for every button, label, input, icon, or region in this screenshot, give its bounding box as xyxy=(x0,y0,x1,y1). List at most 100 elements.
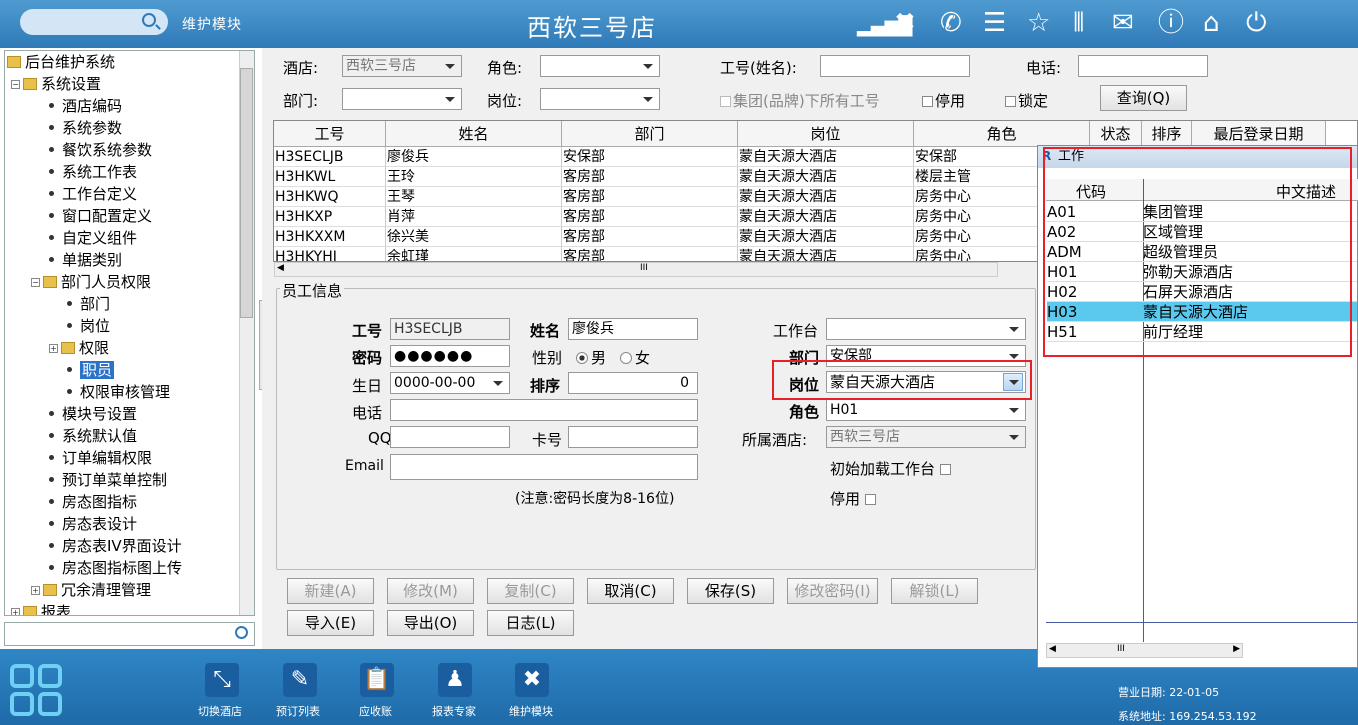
birthday-picker[interactable]: 0000-00-00 xyxy=(390,372,510,394)
tree-item-selected[interactable]: 职员 xyxy=(67,359,115,381)
report-expert-label[interactable]: 报表专家 xyxy=(432,703,476,719)
new-button[interactable]: 新建(A) xyxy=(287,578,374,604)
booking-list-label[interactable]: 预订列表 xyxy=(276,703,320,719)
switch-hotel-label[interactable]: 切换酒店 xyxy=(198,703,242,719)
gender-female-radio[interactable]: 女 xyxy=(620,347,650,368)
staff-no-field[interactable]: H3SECLJB xyxy=(390,318,510,340)
disabled-filter-checkbox[interactable]: 停用 xyxy=(922,90,965,111)
mail-icon[interactable]: ✉ xyxy=(1112,8,1134,38)
star-icon[interactable]: ☆ xyxy=(1027,8,1050,38)
unlock-button[interactable]: 解锁(L) xyxy=(891,578,978,604)
sort-field[interactable]: 0 xyxy=(568,372,698,394)
column-header[interactable]: 工号 xyxy=(274,121,386,147)
nav-tree[interactable]: 后台维护系统 − 系统设置 酒店编码 系统参数 餐饮系统参数 系统工作表 工作台定… xyxy=(4,50,255,616)
tree-item[interactable]: 预订单菜单控制 xyxy=(49,469,167,491)
cancel-button[interactable]: 取消(C) xyxy=(587,578,674,604)
column-header[interactable]: 排序 xyxy=(1142,121,1192,147)
tree-item[interactable]: 后台维护系统 xyxy=(7,51,115,73)
copy-button[interactable]: 复制(C) xyxy=(487,578,574,604)
tree-item[interactable]: 酒店编码 xyxy=(49,95,122,117)
tree-item[interactable]: 房态图指标 xyxy=(49,491,137,513)
tree-item[interactable]: 房态表设计 xyxy=(49,513,137,535)
init-workbench-checkbox[interactable]: 初始加载工作台 xyxy=(830,458,953,479)
edit-button[interactable]: 修改(M) xyxy=(387,578,474,604)
maintenance-icon[interactable]: ✖ xyxy=(515,663,549,697)
phone-field[interactable] xyxy=(390,399,698,421)
email-field[interactable] xyxy=(390,454,698,480)
expand-icon[interactable]: + xyxy=(49,344,58,353)
staff-filter-input[interactable] xyxy=(820,55,970,77)
phone-filter-input[interactable] xyxy=(1078,55,1208,77)
scroll-left-icon[interactable]: ◀ xyxy=(277,263,284,273)
tree-item[interactable]: 模块号设置 xyxy=(49,403,137,425)
column-header[interactable]: 部门 xyxy=(562,121,738,147)
group-all-checkbox[interactable]: 集团(品牌)下所有工号 xyxy=(720,90,880,111)
tree-item[interactable]: 房态图指标图上传 xyxy=(49,557,182,579)
tree-item[interactable]: 权限审核管理 xyxy=(67,381,170,403)
maintenance-label[interactable]: 维护模块 xyxy=(509,703,553,719)
change-password-button[interactable]: 修改密码(I) xyxy=(787,578,878,604)
report-expert-icon[interactable]: ♟ xyxy=(438,663,472,697)
power-icon[interactable]: ⏻ xyxy=(1246,8,1267,38)
columns-icon[interactable]: ⦀ xyxy=(1073,8,1084,38)
app-logo-icon[interactable] xyxy=(10,664,64,716)
tree-search-input[interactable] xyxy=(4,622,255,646)
expand-icon[interactable]: + xyxy=(31,586,40,595)
role-select[interactable]: H01 xyxy=(826,399,1026,421)
tools-icon[interactable]: ✖ xyxy=(894,8,916,38)
tree-item[interactable]: 部门 xyxy=(67,293,110,315)
locked-filter-checkbox[interactable]: 锁定 xyxy=(1005,90,1048,111)
home-icon[interactable]: ⌂ xyxy=(1203,8,1220,38)
menu-icon[interactable]: ☰ xyxy=(983,8,1006,38)
tree-item[interactable]: 窗口配置定义 xyxy=(49,205,152,227)
column-header[interactable]: 岗位 xyxy=(738,121,914,147)
gender-male-radio[interactable]: 男 xyxy=(576,347,606,368)
hotel-select[interactable]: 西软三号店 xyxy=(826,426,1026,448)
tree-item[interactable]: + 权限 xyxy=(49,337,109,359)
switch-hotel-icon[interactable]: ⤡ xyxy=(205,663,239,697)
scroll-right-icon[interactable]: ▶ xyxy=(1233,644,1240,654)
help-icon[interactable]: ⓘ xyxy=(1158,8,1184,38)
collapse-icon[interactable]: − xyxy=(31,278,40,287)
dept-filter-select[interactable] xyxy=(342,88,462,110)
password-field[interactable]: ●●●●●● xyxy=(390,345,510,367)
expand-icon[interactable]: + xyxy=(11,608,20,615)
tree-item[interactable]: 餐饮系统参数 xyxy=(49,139,152,161)
scroll-grip[interactable]: III xyxy=(640,263,648,273)
tree-item[interactable]: − 部门人员权限 xyxy=(31,271,151,293)
import-button[interactable]: 导入(E) xyxy=(287,610,374,636)
column-header[interactable]: 姓名 xyxy=(386,121,562,147)
name-field[interactable]: 廖俊兵 xyxy=(568,318,698,340)
workbench-select[interactable] xyxy=(826,318,1026,340)
search-icon[interactable] xyxy=(142,13,156,27)
post-filter-select[interactable] xyxy=(540,88,660,110)
export-button[interactable]: 导出(O) xyxy=(387,610,474,636)
column-header[interactable]: 角色 xyxy=(914,121,1090,147)
log-button[interactable]: 日志(L) xyxy=(487,610,574,636)
tree-item[interactable]: 自定义组件 xyxy=(49,227,137,249)
tree-item[interactable]: 系统默认值 xyxy=(49,425,137,447)
disable-checkbox[interactable]: 停用 xyxy=(830,488,878,509)
tree-item[interactable]: 工作台定义 xyxy=(49,183,137,205)
tree-item[interactable]: 房态表IV界面设计 xyxy=(49,535,182,557)
phone-icon[interactable]: ✆ xyxy=(940,8,962,38)
tree-scroll-thumb[interactable] xyxy=(240,68,253,318)
column-header[interactable]: 最后登录日期 xyxy=(1192,121,1326,147)
tree-item[interactable]: 岗位 xyxy=(67,315,110,337)
tree-item[interactable]: 系统参数 xyxy=(49,117,122,139)
column-header[interactable]: 状态 xyxy=(1090,121,1142,147)
tree-item[interactable]: 单据类别 xyxy=(49,249,122,271)
scroll-left-icon[interactable]: ◀ xyxy=(1049,644,1056,654)
card-field[interactable] xyxy=(568,426,698,448)
hotel-filter-select[interactable]: 西软三号店 xyxy=(342,55,462,77)
role-filter-select[interactable] xyxy=(540,55,660,77)
tree-item[interactable]: 订单编辑权限 xyxy=(49,447,152,469)
tree-item[interactable]: + 报表 xyxy=(11,601,71,615)
search-icon[interactable] xyxy=(235,626,248,639)
tree-item[interactable]: − 系统设置 xyxy=(11,73,101,95)
save-button[interactable]: 保存(S) xyxy=(687,578,774,604)
query-button[interactable]: 查询(Q) xyxy=(1100,85,1187,111)
tree-item[interactable]: + 冗余清理管理 xyxy=(31,579,151,601)
receivable-icon[interactable]: 📋 xyxy=(360,663,394,697)
tree-item[interactable]: 系统工作表 xyxy=(49,161,137,183)
